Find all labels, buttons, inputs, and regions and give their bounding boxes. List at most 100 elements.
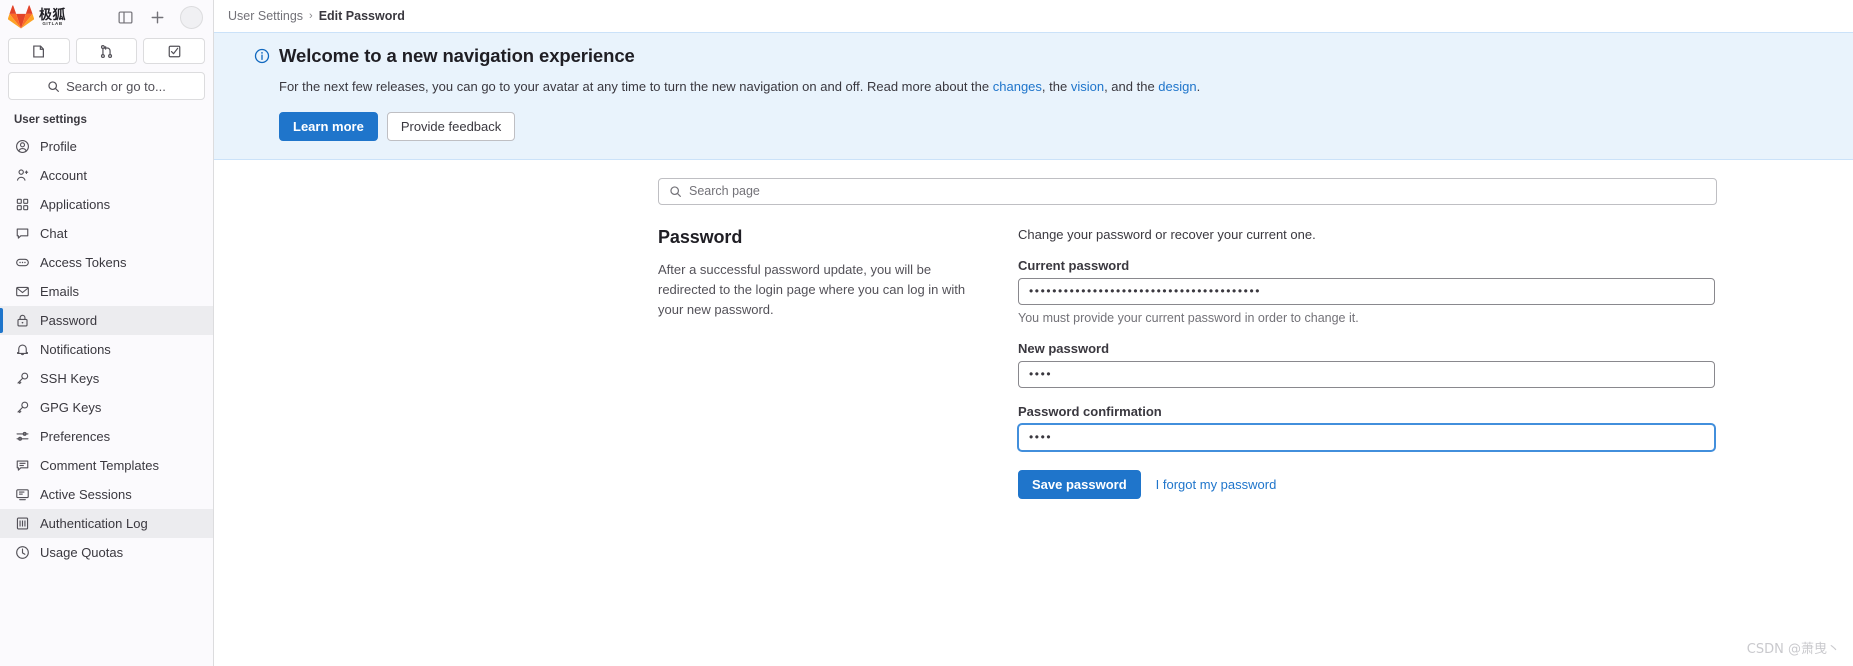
banner-desc-part1: For the next few releases, you can go to… bbox=[279, 79, 993, 94]
watermark: CSDN @萧曳丶 bbox=[1746, 642, 1840, 657]
banner-desc-part2: , the bbox=[1041, 79, 1071, 94]
sidebar-item-label: Applications bbox=[40, 197, 111, 212]
quota-clock-icon bbox=[14, 545, 30, 561]
current-password-field: Current password •••••••••••••••••••••••… bbox=[1018, 258, 1717, 325]
key-icon bbox=[14, 371, 30, 387]
brand[interactable]: 极狐 GITLAB bbox=[8, 5, 66, 29]
brand-text: 极狐 GITLAB bbox=[39, 8, 66, 27]
provide-feedback-button[interactable]: Provide feedback bbox=[386, 111, 516, 141]
sidebar-item-label: Account bbox=[40, 168, 87, 183]
settings-content: Search page Password After a successful … bbox=[214, 160, 1853, 499]
vision-link[interactable]: vision bbox=[1071, 79, 1104, 94]
key-icon bbox=[14, 400, 30, 416]
password-confirmation-input[interactable]: •••• bbox=[1018, 423, 1715, 451]
avatar[interactable] bbox=[180, 5, 203, 29]
sidebar-item-comment-templates[interactable]: Comment Templates bbox=[0, 451, 213, 480]
sidebar-item-access-tokens[interactable]: Access Tokens bbox=[0, 248, 213, 277]
sidebar-item-password[interactable]: Password bbox=[0, 306, 213, 335]
main-content: User Settings › Edit Password Welcome to… bbox=[214, 0, 1853, 666]
current-password-input[interactable]: •••••••••••••••••••••••••••••••••••••••• bbox=[1018, 277, 1715, 305]
sidebar-item-label: SSH Keys bbox=[40, 371, 100, 386]
breadcrumb-separator: › bbox=[309, 10, 313, 22]
learn-more-button[interactable]: Learn more bbox=[279, 111, 378, 141]
save-password-button[interactable]: Save password bbox=[1018, 469, 1141, 499]
sidebar-item-chat[interactable]: Chat bbox=[0, 219, 213, 248]
new-password-label: New password bbox=[1018, 340, 1110, 356]
brand-name-sub: GITLAB bbox=[42, 20, 63, 26]
banner-description: For the next few releases, you can go to… bbox=[279, 77, 1853, 97]
sidebar-section-title: User settings bbox=[14, 114, 87, 126]
token-icon bbox=[14, 255, 30, 271]
search-icon bbox=[48, 80, 60, 92]
sidebar-item-label: Password bbox=[40, 313, 98, 328]
plus-icon[interactable] bbox=[148, 8, 166, 26]
banner-title: Welcome to a new navigation experience bbox=[279, 45, 635, 66]
sidebar-item-applications[interactable]: Applications bbox=[0, 190, 213, 219]
comment-lines-icon bbox=[14, 458, 30, 474]
sidebar-item-label: Profile bbox=[40, 139, 77, 154]
sidebar-item-label: Active Sessions bbox=[40, 487, 132, 502]
gitlab-fox-logo-icon bbox=[8, 5, 34, 29]
breadcrumb-current: Edit Password bbox=[318, 9, 405, 23]
monitor-icon bbox=[14, 487, 30, 503]
sidebar-item-label: Access Tokens bbox=[40, 255, 127, 270]
account-icon bbox=[14, 168, 30, 184]
sidebar-item-usage-quotas[interactable]: Usage Quotas bbox=[0, 538, 213, 567]
sidebar-header: 极狐 GITLAB bbox=[0, 0, 213, 34]
chat-bubble-icon bbox=[14, 226, 30, 242]
sidebar-item-account[interactable]: Account bbox=[0, 161, 213, 190]
sliders-icon bbox=[14, 429, 30, 445]
navigation-banner: Welcome to a new navigation experience F… bbox=[214, 32, 1853, 160]
sidebar-item-authentication-log[interactable]: Authentication Log bbox=[0, 509, 213, 538]
gitlab-app: 极狐 GITLAB Search or go to... User settin… bbox=[0, 0, 1853, 666]
password-confirmation-field: Password confirmation •••• bbox=[1018, 404, 1717, 451]
sidebar-item-label: Notifications bbox=[40, 342, 111, 357]
sidebar-item-label: Usage Quotas bbox=[40, 545, 124, 560]
new-password-field: New password •••• bbox=[1018, 341, 1717, 388]
applications-grid-icon bbox=[14, 197, 30, 213]
envelope-icon bbox=[14, 284, 30, 300]
log-list-icon bbox=[14, 516, 30, 532]
password-section-description: After a successful password update, you … bbox=[658, 261, 966, 317]
search-icon bbox=[670, 185, 681, 197]
search-input[interactable]: Search or go to... bbox=[8, 72, 205, 100]
sidebar-item-profile[interactable]: Profile bbox=[0, 132, 213, 161]
merge-requests-tab[interactable] bbox=[75, 38, 138, 64]
changes-link[interactable]: changes bbox=[993, 79, 1042, 94]
forgot-password-link[interactable]: I forgot my password bbox=[1156, 477, 1277, 492]
sidebar-top-actions bbox=[116, 5, 203, 29]
banner-actions: Learn more Provide feedback bbox=[279, 111, 1853, 141]
password-form-actions: Save password I forgot my password bbox=[1018, 469, 1717, 499]
lock-icon bbox=[14, 313, 30, 329]
info-circle-icon bbox=[254, 48, 270, 69]
password-confirmation-label: Password confirmation bbox=[1018, 403, 1162, 419]
profile-icon bbox=[14, 139, 30, 155]
panel-toggle-icon[interactable] bbox=[116, 8, 134, 26]
sidebar-item-label: GPG Keys bbox=[40, 400, 102, 415]
sidebar-item-gpg-keys[interactable]: GPG Keys bbox=[0, 393, 213, 422]
sidebar-item-ssh-keys[interactable]: SSH Keys bbox=[0, 364, 213, 393]
sidebar-item-active-sessions[interactable]: Active Sessions bbox=[0, 480, 213, 509]
form-intro-text: Change your password or recover your cur… bbox=[1018, 226, 1316, 242]
issues-tab[interactable] bbox=[8, 38, 70, 64]
password-form: Change your password or recover your cur… bbox=[1018, 227, 1717, 499]
todos-tab[interactable] bbox=[143, 38, 206, 64]
new-password-input[interactable]: •••• bbox=[1018, 360, 1715, 388]
banner-desc-part4: . bbox=[1196, 79, 1201, 94]
sidebar-item-preferences[interactable]: Preferences bbox=[0, 422, 213, 451]
breadcrumb-parent[interactable]: User Settings bbox=[228, 9, 303, 23]
sidebar-item-emails[interactable]: Emails bbox=[0, 277, 213, 306]
search-page-input[interactable]: Search page bbox=[658, 177, 1717, 205]
design-link[interactable]: design bbox=[1158, 79, 1196, 94]
sidebar-item-label: Comment Templates bbox=[40, 458, 159, 473]
banner-desc-part3: , and the bbox=[1104, 79, 1159, 94]
password-section-info: Password After a successful password upd… bbox=[658, 227, 1018, 499]
current-password-label: Current password bbox=[1018, 257, 1130, 273]
sidebar-item-notifications[interactable]: Notifications bbox=[0, 335, 213, 364]
search-page-placeholder: Search page bbox=[689, 184, 760, 198]
bell-icon bbox=[14, 342, 30, 358]
breadcrumb: User Settings › Edit Password bbox=[214, 0, 1853, 32]
page-title: Password bbox=[658, 226, 743, 247]
sidebar-nav: Profile Account Applications Chat Access… bbox=[0, 132, 213, 567]
password-settings-row: Password After a successful password upd… bbox=[658, 227, 1717, 499]
